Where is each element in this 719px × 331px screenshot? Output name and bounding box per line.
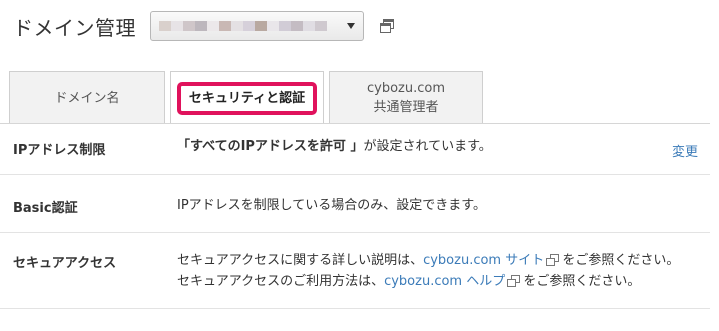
row-value-basic: IPアドレスを制限している場合のみ、設定できます。 [177,198,486,213]
tab-label-highlighted: セキュリティと認証 [176,81,318,115]
domain-select[interactable] [150,11,364,41]
secure-line-2: セキュアアクセスのご利用方法は、cybozu.com ヘルプ をご参照ください。 [177,271,679,292]
blur-swatch [207,21,219,31]
row-value-secure: セキュアアクセスに関する詳しい説明は、cybozu.com サイト をご参照くだ… [177,250,679,292]
settings-table: IPアドレス制限 「すべてのIPアドレスを許可 」が設定されています。 変更 B… [0,124,710,309]
secure-line-1-text: セキュアアクセスに関する詳しい説明は、 [177,253,424,268]
external-link-icon [507,275,521,287]
tab-security-auth[interactable]: セキュリティと認証 [170,71,324,124]
row-label-basic: Basic認証 [13,201,78,216]
blur-swatch [267,21,279,31]
tab-domain-name[interactable]: ドメイン名 [9,71,165,124]
tab-label: cybozu.com [366,81,445,96]
blur-swatch [291,21,303,31]
blur-swatch [303,21,315,31]
row-value-ip: 「すべてのIPアドレスを許可 」が設定されています。 [177,136,492,157]
blur-swatch [315,21,327,31]
tab-bar: ドメイン名 セキュリティと認証 cybozu.com 共通管理者 [9,71,488,124]
blur-swatch [231,21,243,31]
tab-label-line2: 共通管理者 [373,100,439,115]
external-link-icon [546,254,560,266]
blur-swatch [159,21,171,31]
change-link[interactable]: 変更 [672,141,698,160]
blur-swatch [183,21,195,31]
cybozu-help-link[interactable]: cybozu.com ヘルプ [384,274,505,289]
blur-swatch [171,21,183,31]
header: ドメイン管理 [13,9,394,43]
blur-swatch [243,21,255,31]
blur-swatch [255,21,267,31]
row-label-ip: IPアドレス制限 [13,143,106,158]
row-secure-access: セキュアアクセス セキュアアクセスに関する詳しい説明は、cybozu.com サ… [0,233,710,309]
secure-line-2-suffix: をご参照ください。 [523,274,641,289]
secure-line-1: セキュアアクセスに関する詳しい説明は、cybozu.com サイト をご参照くだ… [177,250,679,271]
blurred-domain-value [159,21,327,31]
ip-setting-suffix: が設定されています。 [363,139,492,154]
cybozu-site-link[interactable]: cybozu.com サイト [423,253,544,268]
secure-line-2-text: セキュアアクセスのご利用方法は、 [177,274,385,289]
row-ip-restriction: IPアドレス制限 「すべてのIPアドレスを許可 」が設定されています。 変更 [0,124,710,175]
blur-swatch [195,21,207,31]
blur-swatch [219,21,231,31]
new-window-icon[interactable] [380,19,394,33]
page-title: ドメイン管理 [13,15,136,40]
row-label-secure: セキュアアクセス [13,256,117,271]
chevron-down-icon[interactable] [347,23,355,29]
blur-swatch [279,21,291,31]
secure-line-1-suffix: をご参照ください。 [562,253,680,268]
row-basic-auth: Basic認証 IPアドレスを制限している場合のみ、設定できます。 [0,175,710,233]
tab-cybozu-admin[interactable]: cybozu.com 共通管理者 [329,71,483,124]
tab-label: ドメイン名 [54,90,120,106]
ip-setting-value: 「すべてのIPアドレスを許可 」 [177,139,364,154]
